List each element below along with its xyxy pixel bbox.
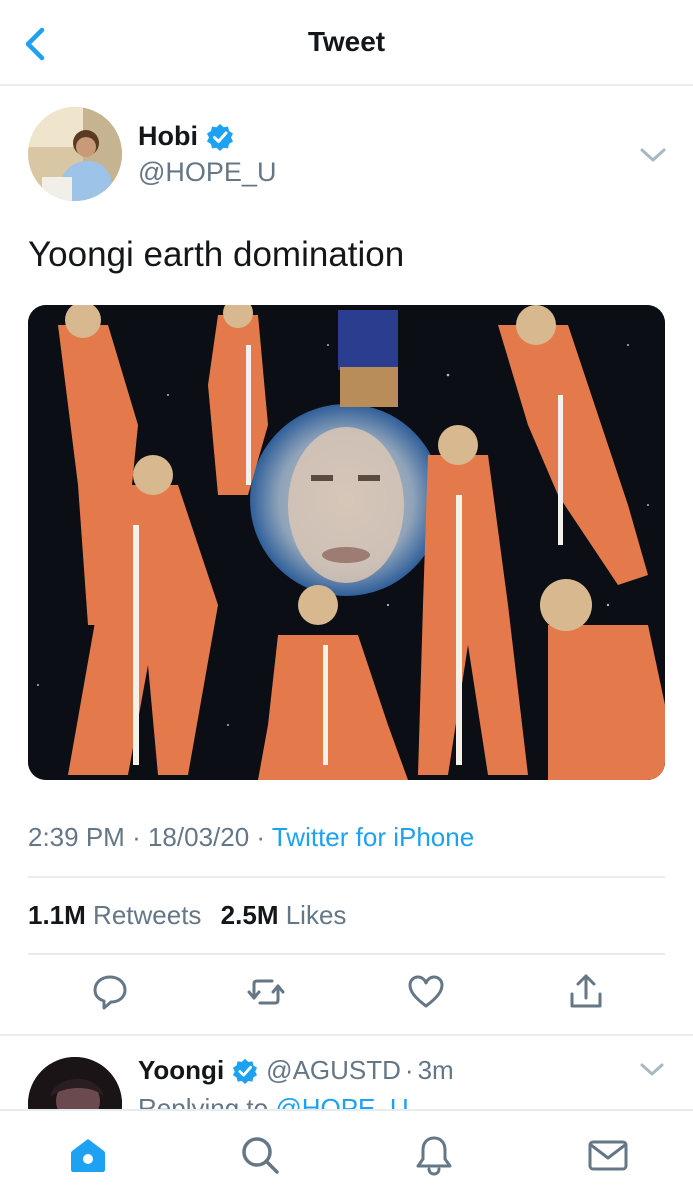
bottom-tab-bar — [0, 1109, 693, 1200]
tweet-date: 18/03/20 — [147, 822, 250, 852]
tab-notifications[interactable] — [412, 1133, 456, 1177]
share-button[interactable] — [566, 970, 606, 1014]
mail-icon — [588, 1140, 628, 1171]
chevron-down-icon[interactable] — [638, 145, 668, 165]
verified-badge-icon — [207, 123, 233, 151]
likes-count[interactable]: 2.5M — [221, 900, 279, 930]
retweet-icon — [247, 979, 285, 1005]
chevron-down-icon[interactable] — [639, 1061, 665, 1079]
tweet-actions — [28, 970, 665, 1020]
avatar[interactable] — [28, 107, 122, 201]
reply-author-handle[interactable]: @AGUSTD — [266, 1055, 401, 1086]
replying-to-prefix: Replying to — [138, 1093, 269, 1109]
like-button[interactable] — [406, 970, 446, 1014]
tweet-author: Hobi @HOPE_U — [28, 107, 668, 207]
meta-separator: · — [132, 822, 141, 852]
verified-badge-icon — [233, 1058, 258, 1084]
divider — [28, 953, 665, 955]
reply-tweet[interactable]: Yoongi @AGUSTD · 3m Replying to @HOPE_U — [0, 1037, 693, 1109]
tab-messages[interactable] — [586, 1133, 630, 1177]
meta-separator: · — [256, 822, 266, 852]
tweet-source-link[interactable]: Twitter for iPhone — [272, 822, 474, 852]
tweet-text: Yoongi earth domination — [28, 235, 405, 274]
reply-button[interactable] — [90, 970, 130, 1014]
bell-icon — [416, 1136, 452, 1176]
tweet-stats: 1.1M Retweets 2.5M Likes — [28, 900, 358, 931]
home-icon — [71, 1139, 105, 1172]
likes-label[interactable]: Likes — [286, 900, 347, 930]
retweets-count[interactable]: 1.1M — [28, 900, 86, 930]
author-name-row: Hobi — [138, 121, 234, 152]
tweet-media-image[interactable] — [28, 305, 665, 780]
reply-author-name[interactable]: Yoongi — [138, 1055, 224, 1086]
replying-to-line: Replying to @HOPE_U — [138, 1093, 409, 1109]
tweet-time: 2:39 PM — [28, 822, 125, 852]
search-icon — [242, 1137, 279, 1174]
author-handle[interactable]: @HOPE_U — [138, 157, 276, 188]
reply-age: 3m — [417, 1055, 454, 1085]
heart-icon — [408, 975, 444, 1008]
tab-search[interactable] — [238, 1133, 282, 1177]
tweet-timestamp: 2:39 PM · 18/03/20 · Twitter for iPhone — [28, 822, 474, 853]
author-name[interactable]: Hobi — [138, 121, 198, 152]
reply-header: Yoongi @AGUSTD · 3m — [138, 1055, 454, 1086]
page-title: Tweet — [307, 26, 386, 57]
share-icon — [570, 974, 602, 1008]
meta-separator: · — [404, 1055, 414, 1085]
retweet-button[interactable] — [246, 970, 286, 1014]
section-divider — [0, 1034, 693, 1036]
retweets-label[interactable]: Retweets — [93, 900, 201, 930]
replying-to-mention[interactable]: @HOPE_U — [275, 1093, 408, 1109]
comment-icon — [93, 975, 127, 1010]
tab-home[interactable] — [66, 1133, 110, 1177]
avatar[interactable] — [28, 1057, 122, 1109]
top-nav-bar: Tweet — [0, 0, 693, 86]
divider — [28, 876, 665, 878]
